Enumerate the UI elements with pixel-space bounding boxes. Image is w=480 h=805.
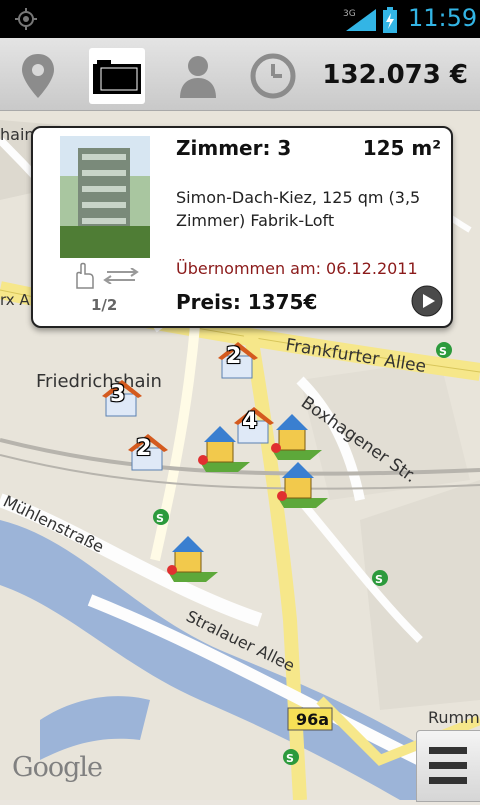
menu-button[interactable] — [416, 730, 480, 802]
hamburger-menu-icon — [429, 747, 467, 784]
svg-text:S: S — [375, 573, 383, 586]
swipe-hand-icon — [76, 262, 94, 289]
google-logo: Google — [12, 752, 103, 783]
signal-icon: 3G — [343, 9, 376, 31]
folder-tab-button[interactable] — [89, 48, 145, 104]
top-toolbar: 132.073 € — [0, 38, 480, 111]
cluster-marker[interactable]: 3 — [100, 376, 144, 420]
svg-text:S: S — [286, 752, 294, 765]
rooms-label: Zimmer: 3 — [176, 136, 292, 160]
status-bar: 3G 11:59 — [0, 0, 480, 38]
total-price: 132.073 € — [322, 60, 468, 90]
swipe-arrows-icon — [103, 268, 139, 284]
place-label-hain: hain — [0, 125, 35, 144]
cluster-marker[interactable]: 4 — [232, 403, 276, 447]
person-icon[interactable] — [170, 48, 226, 104]
gps-icon — [15, 8, 37, 30]
svg-text:S: S — [439, 345, 447, 358]
sbahn-station-icon: S — [153, 509, 169, 525]
property-description: Simon-Dach-Kiez, 125 qm (3,5 Zimmer) Fab… — [176, 188, 421, 230]
cluster-marker[interactable]: 2 — [126, 430, 170, 474]
clock-time: 11:59 — [408, 4, 478, 32]
sbahn-station-icon: S — [436, 342, 452, 358]
accepted-date: Übernommen am: 06.12.2011 — [176, 259, 418, 278]
price-label: Preis: 1375€ — [176, 290, 318, 314]
road-shield-96a: 96a — [296, 710, 329, 729]
cluster-marker[interactable]: 2 — [216, 338, 260, 382]
sbahn-station-icon: S — [372, 570, 388, 586]
property-popup[interactable]: 1/2 Zimmer: 3 125 m² Simon-Dach-Kiez, 12… — [31, 126, 453, 346]
street-label-rx: rx A — [0, 291, 30, 309]
clock-icon[interactable] — [245, 48, 301, 104]
property-photo[interactable] — [60, 136, 150, 258]
folder-icon — [93, 60, 141, 94]
sbahn-station-icon: S — [283, 749, 299, 765]
location-pin-icon[interactable] — [10, 48, 66, 104]
svg-text:3G: 3G — [343, 9, 356, 19]
play-button-icon[interactable] — [411, 285, 443, 317]
svg-text:S: S — [156, 512, 164, 525]
place-label-rumm: Rumm — [428, 708, 480, 727]
battery-icon — [383, 7, 397, 33]
photo-counter: 1/2 — [91, 296, 118, 314]
area-label: 125 m² — [362, 136, 441, 160]
